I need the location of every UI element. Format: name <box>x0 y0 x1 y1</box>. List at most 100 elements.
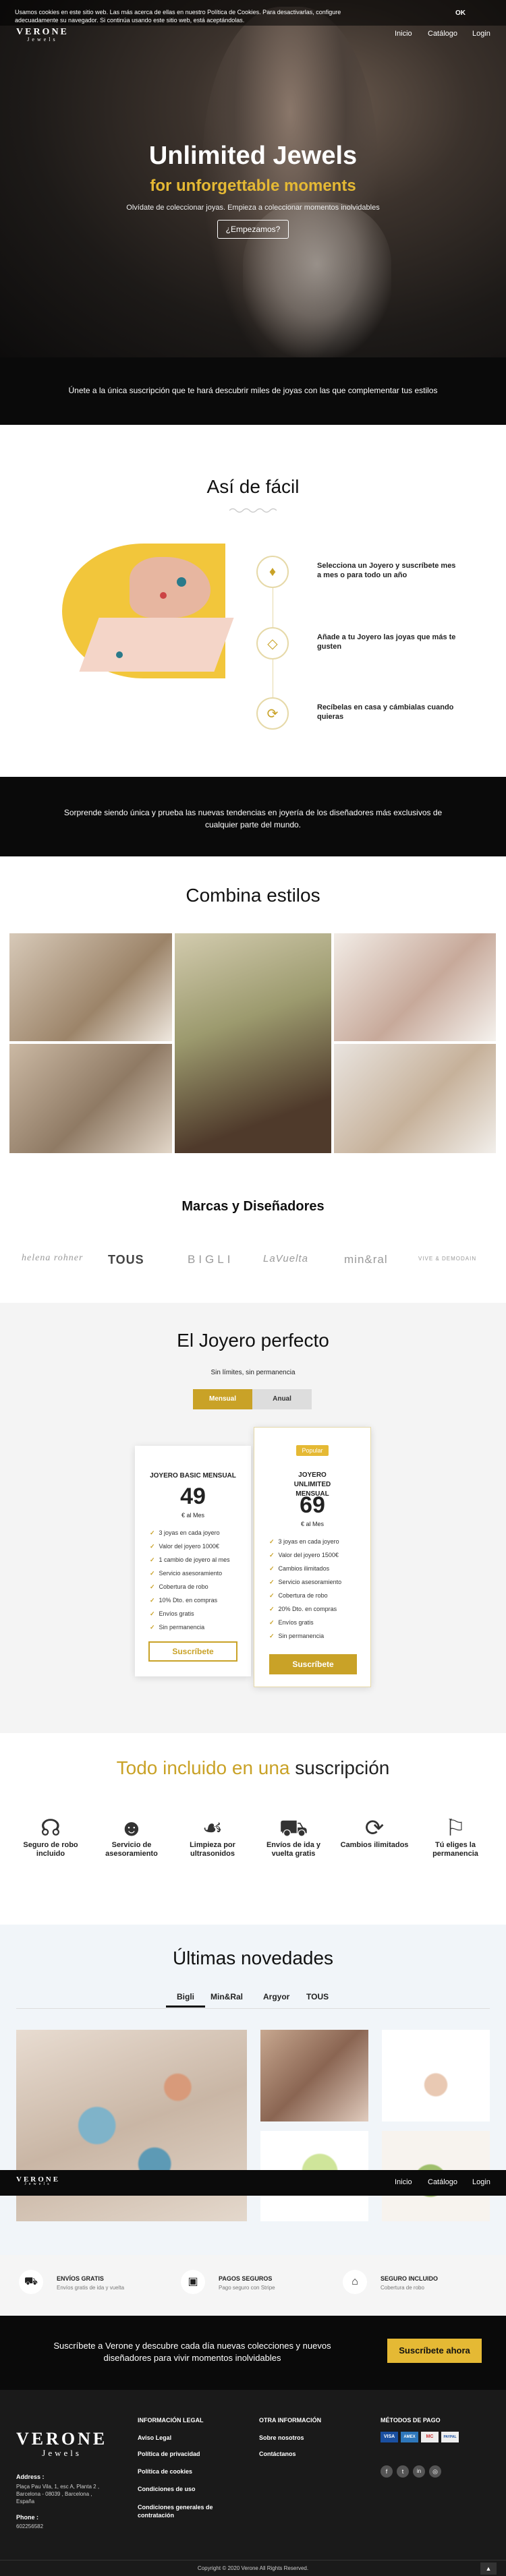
popular-badge: Popular <box>296 1445 329 1456</box>
diamond-icon: ◇ <box>256 627 289 660</box>
facebook-icon[interactable]: f <box>381 2465 393 2478</box>
hero-title: Unlimited Jewels <box>148 142 358 170</box>
brand-lavuelta[interactable]: LaVuelta <box>263 1253 308 1264</box>
nav-catalogo[interactable]: Catálogo <box>428 30 457 38</box>
how-illustration <box>62 544 234 678</box>
sticky-header: VERONE Jewels Inicio Catálogo Login <box>0 2170 506 2196</box>
plan-feature: ✓ Cobertura de robo <box>150 1583 208 1590</box>
link-cookies[interactable]: Política de cookies <box>138 2468 192 2475</box>
brand-minral[interactable]: min&ral <box>344 1253 388 1266</box>
hero-subtitle: for unforgettable moments <box>150 177 356 195</box>
address-label: Address : <box>16 2473 45 2480</box>
jewelry-box-icon: ♦ <box>256 556 289 588</box>
nav-login[interactable]: Login <box>472 30 490 38</box>
trends-band: Sorprende siendo única y prueba las nuev… <box>0 777 506 856</box>
plan-feature: ✓ Envíos gratis <box>150 1610 194 1617</box>
footer-logo[interactable]: VERONE Jewels <box>16 2429 107 2459</box>
paypal-icon: PAYPAL <box>441 2432 459 2442</box>
other-title: OTRA INFORMACIÓN <box>259 2417 322 2424</box>
plan-feature: ✓ 1 cambio de joyero al mes <box>150 1556 230 1563</box>
included-title: Todo incluido en una suscripción <box>116 1757 390 1778</box>
back-to-top-icon[interactable]: ▲ <box>480 2563 497 2575</box>
cookie-banner: Usamos cookies en este sitio web. Las má… <box>0 0 506 26</box>
plan-basic-subscribe-button[interactable]: Suscríbete <box>148 1641 237 1662</box>
legal-title: INFORMACIÓN LEGAL <box>138 2417 204 2424</box>
brand-vive-demodain[interactable]: VIVE & DEMODAIN <box>418 1256 476 1262</box>
style-photo-1 <box>9 933 172 1041</box>
link-condiciones-uso[interactable]: Condiciones de uso <box>138 2486 196 2492</box>
sticky-logo[interactable]: VERONE Jewels <box>16 2175 60 2186</box>
sticky-nav-catalogo[interactable]: Catálogo <box>428 2178 457 2186</box>
amex-icon: AMEX <box>401 2432 418 2442</box>
subscribe-now-button[interactable]: Suscríbete ahora <box>387 2339 482 2363</box>
included-item: ⚐ Tú eliges la permanencia <box>418 1817 493 1858</box>
style-photo-5 <box>334 1044 496 1153</box>
tab-minral[interactable]: Min&Ral <box>210 1992 243 2001</box>
plan-feature: ✓ Sin permanencia <box>150 1624 205 1631</box>
sticky-nav-inicio[interactable]: Inicio <box>395 2178 412 2186</box>
how-title: Así de fácil <box>206 476 300 497</box>
logo[interactable]: VERONE Jewels <box>16 27 69 42</box>
instagram-icon[interactable]: ◎ <box>429 2465 441 2478</box>
sticky-nav-login[interactable]: Login <box>472 2178 490 2186</box>
twitter-icon[interactable]: t <box>397 2465 409 2478</box>
style-photo-2 <box>9 1044 172 1153</box>
product-photo-model[interactable] <box>260 2030 368 2121</box>
payment-title: MÉTODOS DE PAGO <box>381 2417 441 2424</box>
trends-text: Sorprende siendo única y prueba las nuev… <box>63 808 443 829</box>
plan-feature: ✓ Valor del joyero 1500€ <box>269 1552 339 1558</box>
styles-title: Combina estilos <box>186 885 320 906</box>
tab-tous[interactable]: TOUS <box>306 1992 329 2001</box>
plan-feature: ✓ 3 joyas en cada joyero <box>269 1538 339 1545</box>
plan-period: € al Mes <box>181 1512 204 1519</box>
link-aviso-legal[interactable]: Aviso Legal <box>138 2434 171 2441</box>
latest-title: Últimas novedades <box>172 1948 334 1968</box>
plan-feature: ✓ Cobertura de robo <box>269 1592 328 1599</box>
pricing-title: El Joyero perfecto <box>177 1330 329 1351</box>
plan-feature: ✓ Servicio asesoramiento <box>150 1570 223 1577</box>
brand-helena-rohner[interactable]: helena rohner <box>22 1253 83 1264</box>
plan-feature: ✓ 3 joyas en cada joyero <box>150 1529 220 1536</box>
brand-tous[interactable]: TOUS <box>108 1253 144 1267</box>
toggle-annual[interactable]: Anual <box>252 1389 312 1409</box>
hero-tagline: Olvídate de coleccionar joyas. Empieza a… <box>126 204 380 212</box>
site-header: VERONE Jewels Inicio Catálogo Login <box>0 24 506 59</box>
plan-feature: ✓ Sin permanencia <box>269 1633 325 1639</box>
truck-icon: ⛟ <box>19 2270 43 2294</box>
plan-feature: ✓ Cambios ilimitados <box>269 1565 330 1572</box>
phone-label: Phone : <box>16 2514 38 2521</box>
link-contactanos[interactable]: Contáctanos <box>259 2451 296 2457</box>
cta-text: Suscríbete a Verone y descubre cada día … <box>53 2341 331 2363</box>
link-condiciones-contratacion[interactable]: Condiciones generales de contratación <box>138 2503 225 2519</box>
style-photo-4 <box>334 933 496 1041</box>
toggle-monthly[interactable]: Mensual <box>193 1389 252 1409</box>
link-sobre-nosotros[interactable]: Sobre nosotros <box>259 2434 304 2441</box>
linkedin-icon[interactable]: in <box>413 2465 425 2478</box>
phone-value: 602256582 <box>16 2523 44 2529</box>
tab-bigli[interactable]: Bigli <box>177 1992 194 2001</box>
product-photo-pendant[interactable] <box>382 2030 490 2121</box>
runner-icon: ☊ <box>40 1815 61 1841</box>
included-item: ☻ Servicio de asesoramiento <box>94 1817 169 1858</box>
pricing-subtitle: Sin límites, sin permanencia <box>210 1369 296 1376</box>
plan-feature: ✓ Envíos gratis <box>269 1619 314 1626</box>
active-tab-indicator <box>166 2006 205 2008</box>
divider-squiggle <box>229 508 277 513</box>
brand-bigli[interactable]: BIGLI <box>188 1253 233 1266</box>
plan-unlimited-subscribe-button[interactable]: Suscríbete <box>269 1654 357 1674</box>
address-text: Plaça Pau Vila, 1, esc A, Planta 2 , Bar… <box>16 2484 100 2505</box>
style-photo-3 <box>175 933 331 1153</box>
tab-argyor[interactable]: Argyor <box>263 1992 289 2001</box>
included-item: ⛟ Envíos de ida y vuelta gratis <box>256 1817 331 1858</box>
plan-name: JOYERO BASIC MENSUAL <box>150 1472 236 1480</box>
hero-start-button[interactable]: ¿Empezamos? <box>217 220 289 239</box>
visa-icon: VISA <box>381 2432 398 2442</box>
pricing-section: El Joyero perfecto Sin límites, sin perm… <box>0 1303 506 1733</box>
cta-band: Suscríbete a Verone y descubre cada día … <box>0 2316 506 2390</box>
plan-feature: ✓ Servicio asesoramiento <box>269 1579 342 1585</box>
link-privacidad[interactable]: Política de privacidad <box>138 2451 200 2457</box>
nav-inicio[interactable]: Inicio <box>395 30 412 38</box>
plan-period: € al Mes <box>300 1521 324 1527</box>
cookie-ok-button[interactable]: OK <box>455 9 466 18</box>
home-icon: ⌂ <box>343 2270 367 2294</box>
